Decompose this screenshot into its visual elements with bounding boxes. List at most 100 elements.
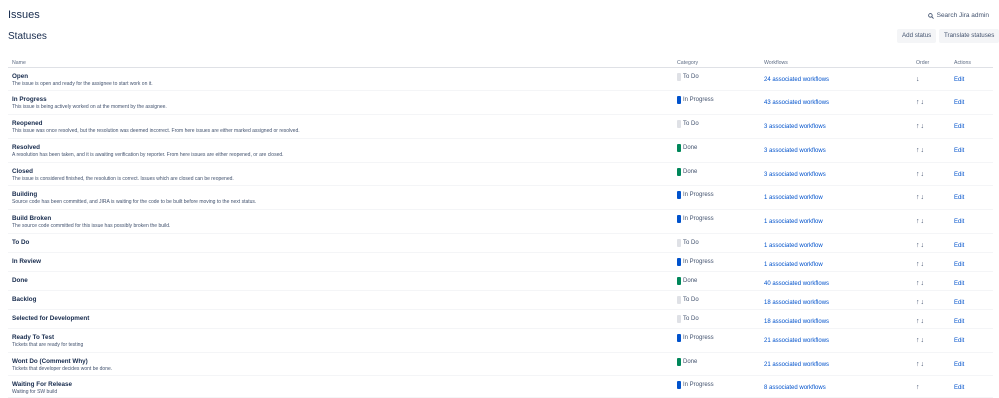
category-color-bar [677,358,681,366]
edit-link[interactable]: Edit [954,100,964,106]
status-description: The source code committed for this issue… [12,223,171,229]
category-lozenge: In Progress [677,215,714,223]
table-row: Backlog To Do 18 associated workflows ↑↓… [8,290,993,310]
category-color-bar [677,258,681,266]
category-label: Done [683,359,698,365]
category-lozenge: In Progress [677,334,714,342]
order-arrows[interactable]: ↑↓ [916,242,925,249]
table-row: Done Done 40 associated workflows ↑↓ Edi… [8,271,993,291]
status-name: Done [12,277,28,284]
column-header-actions: Actions [954,57,993,68]
category-lozenge: To Do [677,315,699,323]
status-name: Reopened [12,120,43,127]
status-description: Source code has been committed, and JIRA… [12,199,257,205]
status-name: Selected for Development [12,315,90,322]
table-row: Closed The issue is considered finished,… [8,162,993,186]
edit-link[interactable]: Edit [954,195,964,201]
workflows-link[interactable]: 1 associated workflow [764,262,823,268]
order-arrows[interactable]: ↑↓ [916,361,925,368]
order-arrows[interactable]: ↑↓ [916,337,925,344]
workflows-link[interactable]: 3 associated workflows [764,172,826,178]
category-color-bar [677,296,681,304]
order-arrows[interactable]: ↑↓ [916,171,925,178]
edit-link[interactable]: Edit [954,385,964,391]
order-arrows[interactable]: ↑↓ [916,123,925,130]
workflows-link[interactable]: 18 associated workflows [764,300,829,306]
order-arrows[interactable]: ↑↓ [916,280,925,287]
status-name: Wont Do (Comment Why) [12,358,88,365]
order-arrows[interactable]: ↓ [916,76,921,83]
search-admin-link[interactable]: Search Jira admin [927,12,989,19]
status-description: Tickets that developer decides wont be d… [12,366,113,372]
category-lozenge: Done [677,358,697,366]
category-lozenge: In Progress [677,381,714,389]
table-row: Resolved A resolution has been taken, an… [8,138,993,163]
status-name: Resolved [12,144,40,151]
column-header-order: Order [916,57,954,68]
workflows-link[interactable]: 1 associated workflow [764,243,823,249]
order-arrows[interactable]: ↑↓ [916,261,925,268]
edit-link[interactable]: Edit [954,262,964,268]
category-color-bar [677,277,681,285]
category-label: In Progress [683,335,714,341]
add-status-button[interactable]: Add status [897,29,937,43]
status-name: In Progress [12,96,47,103]
edit-link[interactable]: Edit [954,172,964,178]
category-label: Done [683,145,698,151]
category-label: Done [683,169,698,175]
translate-statuses-button[interactable]: Translate statuses [939,29,999,43]
workflows-link[interactable]: 3 associated workflows [764,148,826,154]
status-name: To Do [12,239,30,246]
status-description: This issue was once resolved, but the re… [12,128,300,134]
table-row: Reopened This issue was once resolved, b… [8,114,993,139]
order-arrows[interactable]: ↑↓ [916,194,925,201]
order-arrows[interactable]: ↑↓ [916,99,925,106]
order-arrows[interactable]: ↑↓ [916,218,925,225]
category-color-bar [677,381,681,389]
order-arrows[interactable]: ↑ [916,384,921,391]
status-name: In Review [12,258,42,265]
table-row: Selected for Development To Do 18 associ… [8,309,993,329]
edit-link[interactable]: Edit [954,219,964,225]
category-color-bar [677,144,681,152]
category-label: To Do [683,316,699,322]
workflows-link[interactable]: 3 associated workflows [764,124,826,130]
order-arrows[interactable]: ↑↓ [916,147,925,154]
workflows-link[interactable]: 1 associated workflow [764,195,823,201]
table-row: Open The issue is open and ready for the… [8,67,993,91]
order-arrows[interactable]: ↑↓ [916,299,925,306]
edit-link[interactable]: Edit [954,148,964,154]
category-label: To Do [683,297,699,303]
edit-link[interactable]: Edit [954,319,964,325]
category-label: In Progress [683,259,714,265]
category-lozenge: Done [677,144,697,152]
category-label: In Progress [683,192,714,198]
status-name: Open [12,73,29,80]
category-lozenge: In Progress [677,258,714,266]
edit-link[interactable]: Edit [954,338,964,344]
page-title: Issues [8,9,40,21]
category-label: To Do [683,240,699,246]
workflows-link[interactable]: 18 associated workflows [764,319,829,325]
workflows-link[interactable]: 1 associated workflow [764,219,823,225]
workflows-link[interactable]: 21 associated workflows [764,338,829,344]
edit-link[interactable]: Edit [954,281,964,287]
workflows-link[interactable]: 43 associated workflows [764,100,829,106]
workflows-link[interactable]: 21 associated workflows [764,362,829,368]
edit-link[interactable]: Edit [954,124,964,130]
order-arrows[interactable]: ↑↓ [916,318,925,325]
workflows-link[interactable]: 24 associated workflows [764,77,829,83]
workflows-link[interactable]: 40 associated workflows [764,281,829,287]
workflows-link[interactable]: 8 associated workflows [764,385,826,391]
category-color-bar [677,120,681,128]
status-description: Tickets that are ready for testing [12,342,84,348]
edit-link[interactable]: Edit [954,243,964,249]
edit-link[interactable]: Edit [954,362,964,368]
table-row: In Review In Progress 1 associated workf… [8,252,993,272]
edit-link[interactable]: Edit [954,77,964,83]
status-description: This issue is being actively worked on a… [12,104,167,110]
status-name: Closed [12,168,33,175]
status-name: Ready To Test [12,334,55,341]
edit-link[interactable]: Edit [954,300,964,306]
status-description: The issue is open and ready for the assi… [12,81,153,87]
